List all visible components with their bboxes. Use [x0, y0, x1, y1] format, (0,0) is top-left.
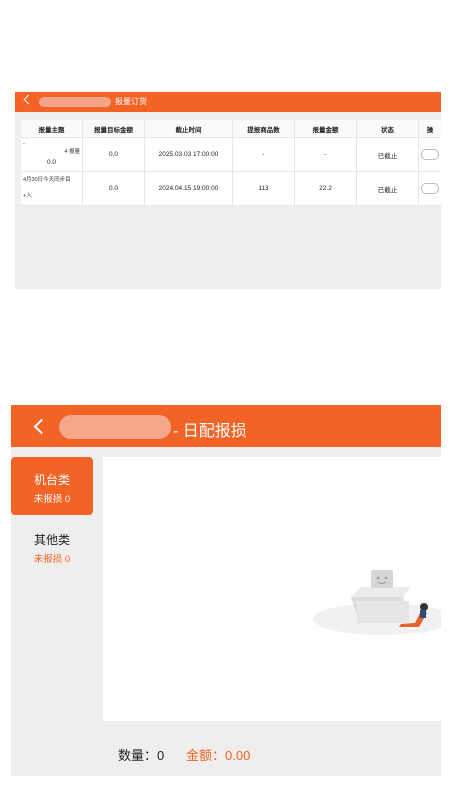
- target-amount-cell: 0.0: [83, 138, 145, 171]
- page-title: - 日配报损: [173, 423, 247, 440]
- table-header-row: 报量主题 报量目标金额 截止时间 提报商品数 报量金额 状态 操: [21, 120, 441, 138]
- column-header-status: 状态: [357, 120, 419, 137]
- blurred-store-name: [39, 97, 111, 107]
- table-row[interactable]: 4月30日今天同步目 +入 0.0 2024.04.15 19:00:00 11…: [21, 172, 441, 206]
- summary-footer: 数量：0 金额：0.00: [11, 727, 441, 776]
- page-title: 报量订货: [115, 97, 147, 106]
- category-name: 其他类: [33, 533, 70, 547]
- top-bar: - 日配报损: [11, 405, 441, 447]
- category-item-machine[interactable]: 机台类 未报损 0: [11, 457, 93, 515]
- goods-count-cell: 113: [233, 172, 295, 205]
- item-list-area: [103, 457, 441, 721]
- order-report-screenshot: 报量订货 报量主题 报量目标金额 截止时间 提报商品数 报量金额 状态 操 - …: [15, 92, 441, 289]
- top-bar: 报量订货: [15, 92, 441, 112]
- category-status: 未报损 0: [33, 494, 71, 505]
- status-cell: 已截止: [357, 138, 419, 171]
- table-row[interactable]: - 4 报量 0.0 0.0 2025.03.03 17:00:00 - - 已…: [21, 138, 441, 172]
- topic-line: +入: [23, 193, 32, 199]
- topic-line: 4 报量: [64, 149, 80, 155]
- report-table: 报量主题 报量目标金额 截止时间 提报商品数 报量金额 状态 操 - 4 报量 …: [21, 120, 441, 206]
- category-status: 未报损 0: [33, 554, 71, 565]
- column-header-goods-count: 提报商品数: [233, 120, 295, 137]
- quantity-summary: 数量：0: [118, 748, 165, 763]
- topic-value: 0.0: [46, 159, 57, 166]
- action-cell: [419, 138, 441, 171]
- topic-cell: 4月30日今天同步目 +入: [21, 172, 83, 205]
- column-header-topic: 报量主题: [21, 120, 83, 137]
- category-item-other[interactable]: 其他类 未报损 0: [11, 517, 93, 575]
- action-cell: [419, 172, 441, 205]
- deadline-cell: 2025.03.03 17:00:00: [145, 138, 233, 171]
- action-toggle[interactable]: [421, 183, 439, 194]
- daily-loss-report-screenshot: - 日配报损 机台类 未报损 0 其他类 未报损 0 数量：0 金额：0.00: [11, 405, 441, 776]
- empty-box-illustration: [313, 570, 441, 635]
- action-toggle[interactable]: [421, 149, 439, 160]
- back-icon[interactable]: [33, 418, 50, 435]
- back-icon[interactable]: [23, 94, 34, 105]
- column-header-amount: 报量金额: [295, 120, 357, 137]
- amount-cell: 22.2: [295, 172, 357, 205]
- topic-line: 4月30日今天同步目: [23, 177, 71, 183]
- blurred-store-name: [59, 415, 171, 439]
- category-name: 机台类: [33, 473, 70, 487]
- status-cell: 已截止: [357, 172, 419, 205]
- amount-cell: -: [295, 138, 357, 171]
- topic-line: -: [23, 141, 25, 147]
- deadline-cell: 2024.04.15 19:00:00: [145, 172, 233, 205]
- column-header-action: 操: [426, 126, 434, 134]
- goods-count-cell: -: [233, 138, 295, 171]
- target-amount-cell: 0.0: [83, 172, 145, 205]
- amount-summary: 金额：0.00: [186, 748, 251, 763]
- column-header-target-amount: 报量目标金额: [83, 120, 145, 137]
- topic-cell: - 4 报量 0.0: [21, 138, 83, 171]
- column-header-deadline: 截止时间: [145, 120, 233, 137]
